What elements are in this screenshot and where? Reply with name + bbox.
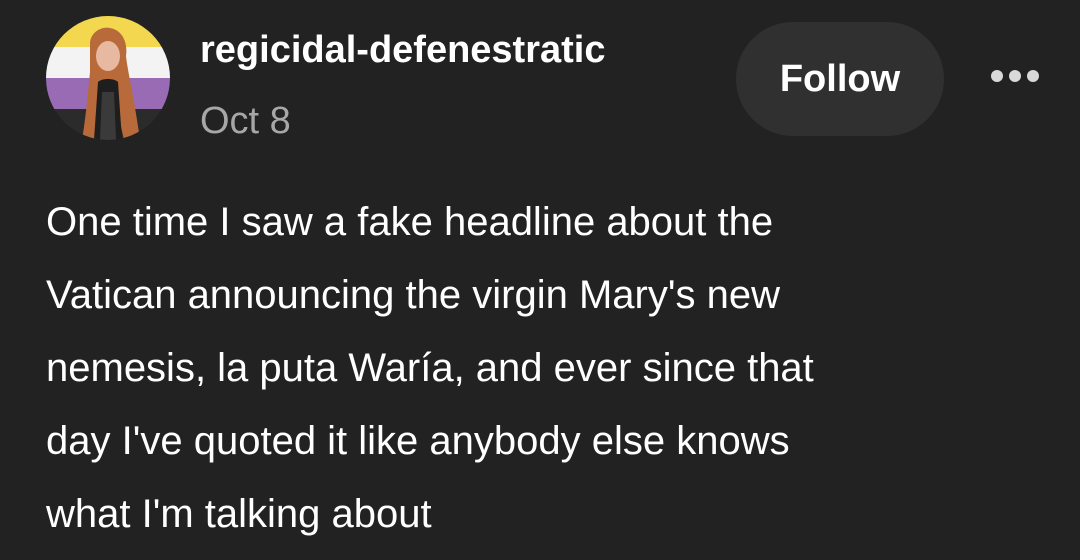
follow-button[interactable]: Follow — [736, 22, 944, 136]
more-options-icon — [991, 70, 1039, 82]
post-date: Oct 8 — [200, 100, 291, 142]
post-body-line: One time I saw a fake headline about the — [46, 200, 774, 244]
post-body-line: day I've quoted it like anybody else kno… — [46, 419, 790, 463]
follow-button-label: Follow — [779, 57, 901, 100]
username[interactable]: regicidal-defenestratic — [200, 22, 712, 78]
post-card: regicidal-defenestratic Oct 8 Follow One… — [0, 0, 1080, 560]
post-body-line: Vatican announcing the virgin Mary's new — [46, 273, 780, 317]
avatar[interactable] — [46, 16, 170, 140]
post-body: One time I saw a fake headline about the… — [46, 186, 1056, 551]
post-body-line: nemesis, la puta Waría, and ever since t… — [46, 346, 814, 390]
profile-photo-icon — [46, 16, 170, 140]
more-options-button[interactable] — [980, 52, 1050, 100]
post-body-line: what I'm talking about — [46, 492, 432, 536]
